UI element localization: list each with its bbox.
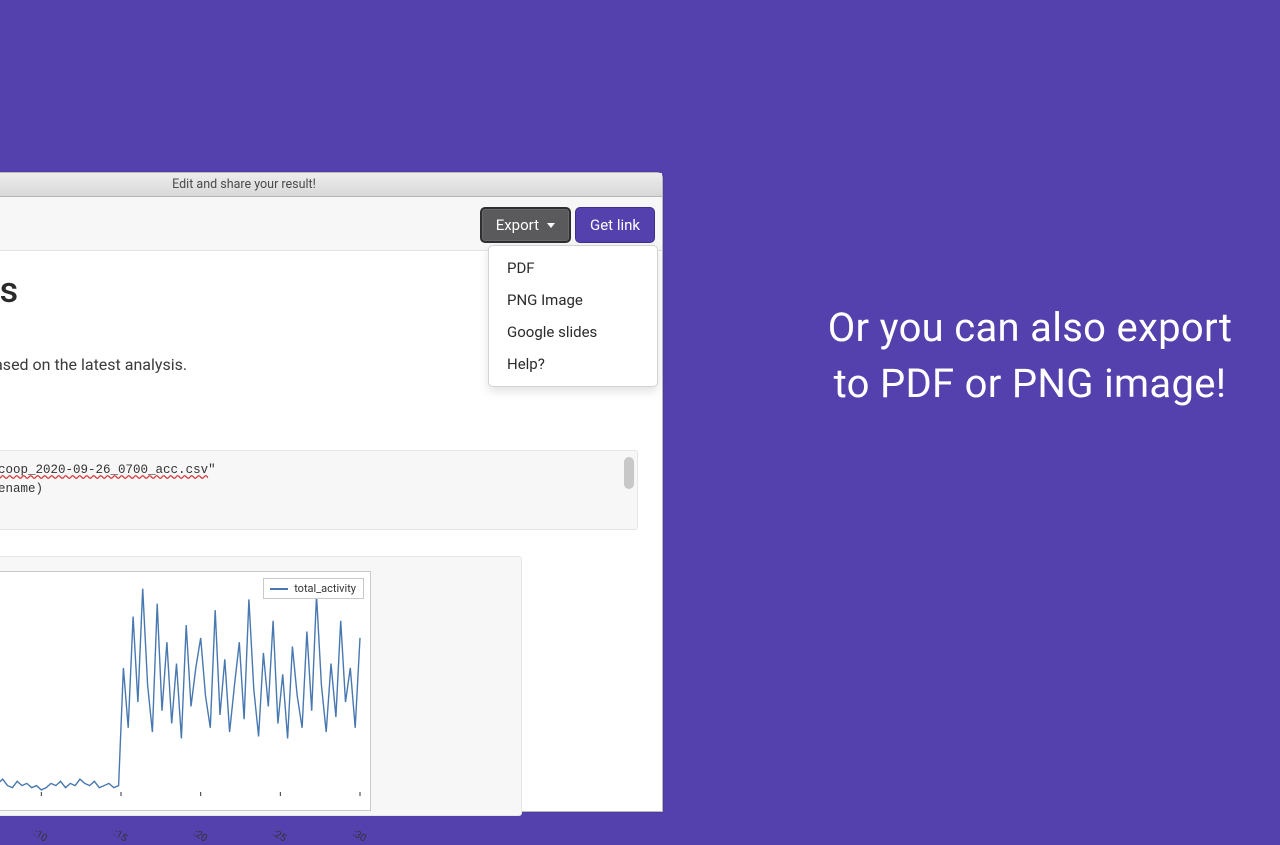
get-link-button-label: Get link	[590, 216, 640, 234]
app-window: Edit and share your result! Export Get l…	[0, 172, 663, 812]
legend-label: total_activity	[294, 582, 356, 595]
scrollbar-thumb[interactable]	[624, 457, 634, 489]
toolbar: Export Get link PDF PNG Image Google sli…	[0, 197, 662, 251]
code-label: es:	[0, 422, 638, 440]
code-line-3: in_shift)	[0, 500, 625, 519]
code-line-1-filename: scoop_2020-09-26_0700_acc.csv	[0, 463, 208, 477]
x-tick-label: :25	[271, 828, 288, 844]
x-tick-label: :10	[32, 828, 49, 844]
dropdown-item-google-slides[interactable]: Google slides	[489, 316, 657, 348]
code-block[interactable]: ./equipment_data/scoop_2020-09-26_0700_a…	[0, 450, 638, 530]
chevron-down-icon	[547, 223, 555, 228]
promo-caption: Or you can also export to PDF or PNG ima…	[820, 300, 1240, 412]
export-dropdown: PDF PNG Image Google slides Help?	[488, 245, 658, 387]
chart-plot: total_activity :00:05:10:15:20:25:30	[0, 571, 371, 811]
window-titlebar: Edit and share your result!	[0, 173, 662, 197]
get-link-button[interactable]: Get link	[575, 207, 655, 243]
dropdown-item-pdf[interactable]: PDF	[489, 252, 657, 284]
export-button[interactable]: Export	[480, 207, 571, 243]
code-line-2: _csv(scoop_acc_filename)	[0, 480, 625, 499]
x-tick-label: :30	[351, 828, 368, 844]
dropdown-item-png[interactable]: PNG Image	[489, 284, 657, 316]
legend-swatch	[270, 588, 288, 590]
chart-container: total_activity :00:05:10:15:20:25:30	[0, 556, 522, 816]
code-line-1-suffix: "	[208, 463, 216, 477]
export-button-label: Export	[496, 216, 539, 234]
x-tick-label: :20	[191, 828, 208, 844]
x-tick-label: :15	[112, 828, 129, 844]
dropdown-item-help[interactable]: Help?	[489, 348, 657, 380]
chart-legend: total_activity	[263, 578, 364, 599]
line-chart-svg	[0, 572, 370, 810]
